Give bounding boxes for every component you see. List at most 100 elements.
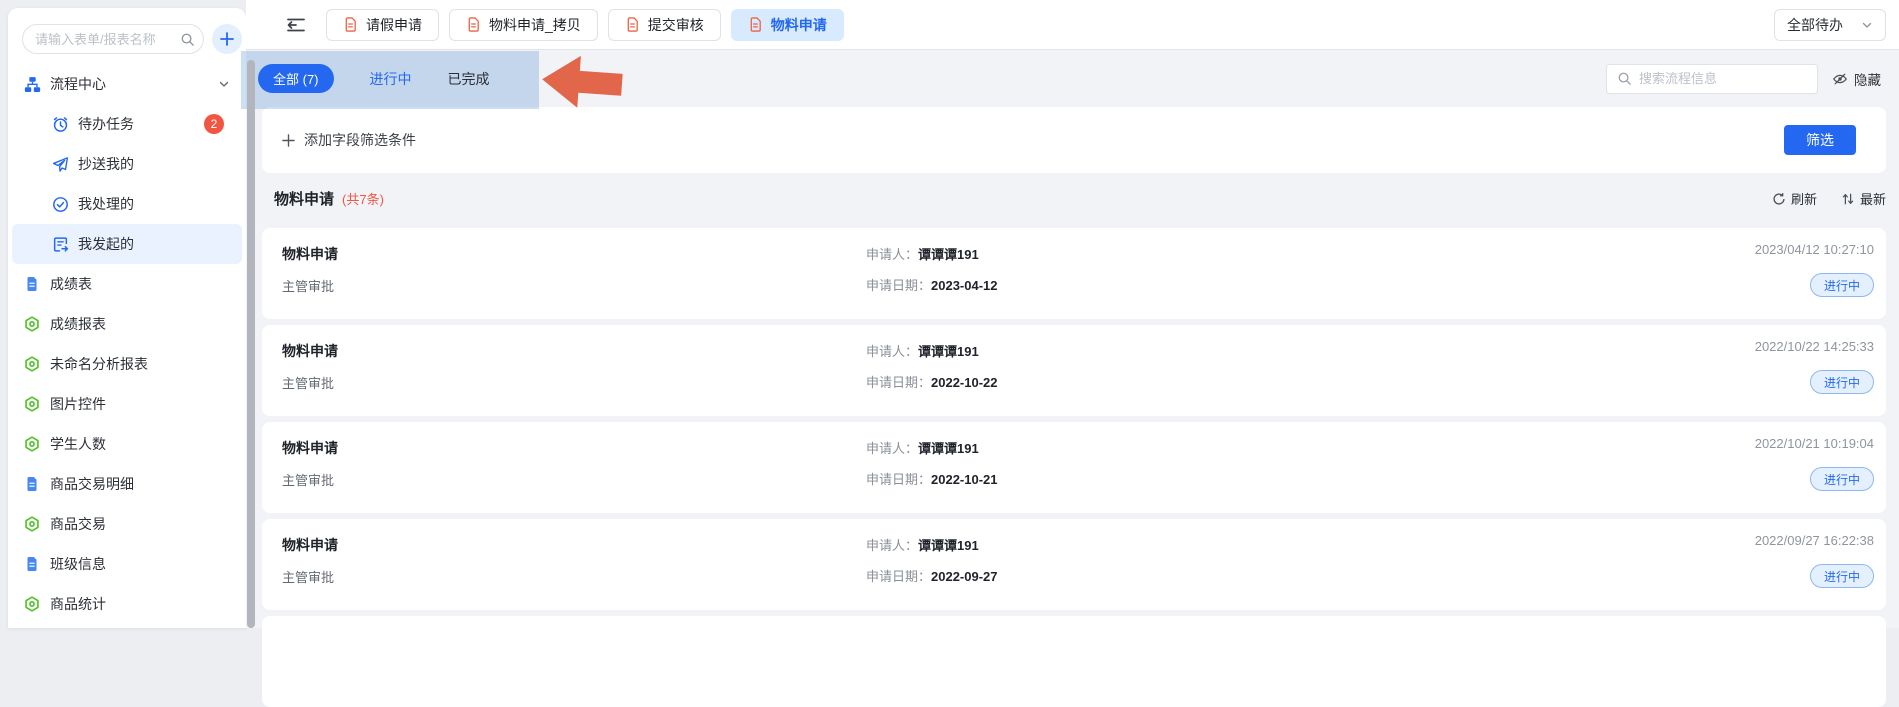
sidebar-form-item[interactable]: 图片控件 xyxy=(8,384,246,424)
status-tab-label: 已完成 xyxy=(448,71,490,87)
eye-slash-icon xyxy=(1832,71,1848,87)
tab-label: 物料申请_拷贝 xyxy=(489,15,581,35)
filter-button[interactable]: 筛选 xyxy=(1784,125,1856,155)
sidebar-process-item[interactable]: 我发起的 xyxy=(12,224,242,264)
document-icon xyxy=(748,17,763,32)
list-header: 物料申请 (共7条) 刷新 最新 xyxy=(262,188,1886,209)
form-tab-bar: 请假申请 物料申请_拷贝 提交审核 xyxy=(246,0,1899,50)
tab-label: 请假申请 xyxy=(366,15,422,35)
item-timestamp: 2022/10/22 14:25:33 xyxy=(1755,339,1874,354)
search-icon xyxy=(180,32,195,47)
process-list-item[interactable]: 物料申请 主管审批 申请人：谭谭谭191 申请日期：2022-10-21 202… xyxy=(262,422,1886,513)
item-title: 物料申请 xyxy=(282,438,338,458)
sitemap-icon xyxy=(24,76,41,93)
applicant-value: 谭谭谭191 xyxy=(918,247,979,262)
sidebar-item-label: 商品交易明细 xyxy=(50,474,134,494)
form-tab[interactable]: 请假申请 xyxy=(326,9,439,41)
sidebar-form-item[interactable]: 商品交易 xyxy=(8,504,246,544)
plus-icon xyxy=(282,134,295,147)
refresh-button[interactable]: 刷新 xyxy=(1772,189,1817,208)
todo-filter-value: 全部待办 xyxy=(1787,15,1843,35)
initiated-icon xyxy=(52,236,69,253)
apply-date-label: 申请日期： xyxy=(866,472,931,487)
document-icon xyxy=(466,17,481,32)
sidebar: 流程中心 待办任务 2 xyxy=(8,8,246,628)
list-item-partial[interactable] xyxy=(262,616,1886,707)
status-filter-tab[interactable]: 全部 (7) xyxy=(258,64,334,93)
collapse-sidebar-icon[interactable] xyxy=(286,17,306,33)
apply-date-value: 2022-09-27 xyxy=(931,569,998,584)
add-form-button[interactable] xyxy=(212,24,242,54)
add-filter-condition-button[interactable]: 添加字段筛选条件 xyxy=(282,130,416,150)
add-filter-condition-label: 添加字段筛选条件 xyxy=(304,130,416,150)
status-badge: 进行中 xyxy=(1810,467,1874,491)
sidebar-item-label: 商品统计 xyxy=(50,594,106,614)
process-list-item[interactable]: 物料申请 主管审批 申请人：谭谭谭191 申请日期：2022-10-22 202… xyxy=(262,325,1886,416)
form-tab[interactable]: 提交审核 xyxy=(608,9,721,41)
status-badge: 进行中 xyxy=(1810,564,1874,588)
document-icon xyxy=(625,17,640,32)
process-search-input[interactable] xyxy=(1639,71,1807,86)
chevron-down-icon[interactable] xyxy=(218,78,230,90)
item-timestamp: 2022/10/21 10:19:04 xyxy=(1755,436,1874,451)
status-filter-tab[interactable]: 已完成 xyxy=(448,69,490,89)
process-toolbar: 全部 (7) 进行中 已完成 隐藏 xyxy=(246,50,1899,107)
status-tab-label: 进行中 xyxy=(370,71,412,87)
form-doc-icon xyxy=(24,556,41,572)
list-title: 物料申请 xyxy=(274,188,334,209)
sidebar-item-label: 成绩表 xyxy=(50,274,92,294)
item-title: 物料申请 xyxy=(282,535,338,555)
sort-label: 最新 xyxy=(1860,189,1886,208)
chevron-down-icon xyxy=(1861,19,1873,31)
process-list: 物料申请 主管审批 申请人：谭谭谭191 申请日期：2023-04-12 202… xyxy=(262,228,1886,707)
item-title: 物料申请 xyxy=(282,244,338,264)
main-content: 请假申请 物料申请_拷贝 提交审核 xyxy=(246,0,1899,628)
sidebar-item-label: 学生人数 xyxy=(50,434,106,454)
process-list-item[interactable]: 物料申请 主管审批 申请人：谭谭谭191 申请日期：2022-09-27 202… xyxy=(262,519,1886,610)
sidebar-process-item[interactable]: 待办任务 2 xyxy=(12,104,242,144)
sidebar-form-item[interactable]: 商品统计 xyxy=(8,584,246,624)
plus-icon xyxy=(220,32,234,46)
form-tab[interactable]: 物料申请_拷贝 xyxy=(449,9,598,41)
report-icon xyxy=(24,596,41,612)
applicant-value: 谭谭谭191 xyxy=(918,441,979,456)
sidebar-form-item[interactable]: 成绩表 xyxy=(8,264,246,304)
sidebar-item-label: 我发起的 xyxy=(78,234,134,254)
sidebar-process-item[interactable]: 我处理的 xyxy=(12,184,242,224)
sidebar-form-item[interactable]: 学生人数 xyxy=(8,424,246,464)
refresh-label: 刷新 xyxy=(1791,189,1817,208)
sidebar-form-item[interactable]: 班级信息 xyxy=(8,544,246,584)
todo-count-badge: 2 xyxy=(204,114,224,134)
sidebar-form-item[interactable]: 未命名分析报表 xyxy=(8,344,246,384)
sidebar-item-label: 商品交易 xyxy=(50,514,106,534)
form-tab[interactable]: 物料申请 xyxy=(731,9,844,41)
item-current-step: 主管审批 xyxy=(282,276,334,295)
form-doc-icon xyxy=(24,276,41,292)
sidebar-search-input[interactable] xyxy=(22,24,204,54)
sidebar-form-item[interactable]: 商品交易明细 xyxy=(8,464,246,504)
sidebar-search xyxy=(22,24,204,54)
sidebar-form-item[interactable]: 成绩报表 xyxy=(8,304,246,344)
tab-label: 物料申请 xyxy=(771,15,827,35)
applicant-value: 谭谭谭191 xyxy=(918,344,979,359)
list-count: (共7条) xyxy=(342,189,384,208)
report-icon xyxy=(24,516,41,532)
applicant-value: 谭谭谭191 xyxy=(918,538,979,553)
document-icon xyxy=(343,17,358,32)
hide-label: 隐藏 xyxy=(1854,69,1881,89)
sidebar-process-item[interactable]: 抄送我的 xyxy=(12,144,242,184)
hide-button[interactable]: 隐藏 xyxy=(1832,69,1881,89)
form-doc-icon xyxy=(24,476,41,492)
status-filter-tab[interactable]: 进行中 xyxy=(370,69,412,89)
sort-button[interactable]: 最新 xyxy=(1841,189,1886,208)
todo-filter-select[interactable]: 全部待办 xyxy=(1774,9,1886,41)
search-icon xyxy=(1617,71,1632,86)
sidebar-item-label: 我处理的 xyxy=(78,194,134,214)
sidebar-scrollbar[interactable] xyxy=(247,60,255,628)
sidebar-item-label: 未命名分析报表 xyxy=(50,354,148,374)
sidebar-item-process-center[interactable]: 流程中心 xyxy=(8,64,246,104)
sidebar-item-label: 待办任务 xyxy=(78,114,134,134)
apply-date-label: 申请日期： xyxy=(866,569,931,584)
process-list-item[interactable]: 物料申请 主管审批 申请人：谭谭谭191 申请日期：2023-04-12 202… xyxy=(262,228,1886,319)
check-circle-icon xyxy=(52,196,69,213)
